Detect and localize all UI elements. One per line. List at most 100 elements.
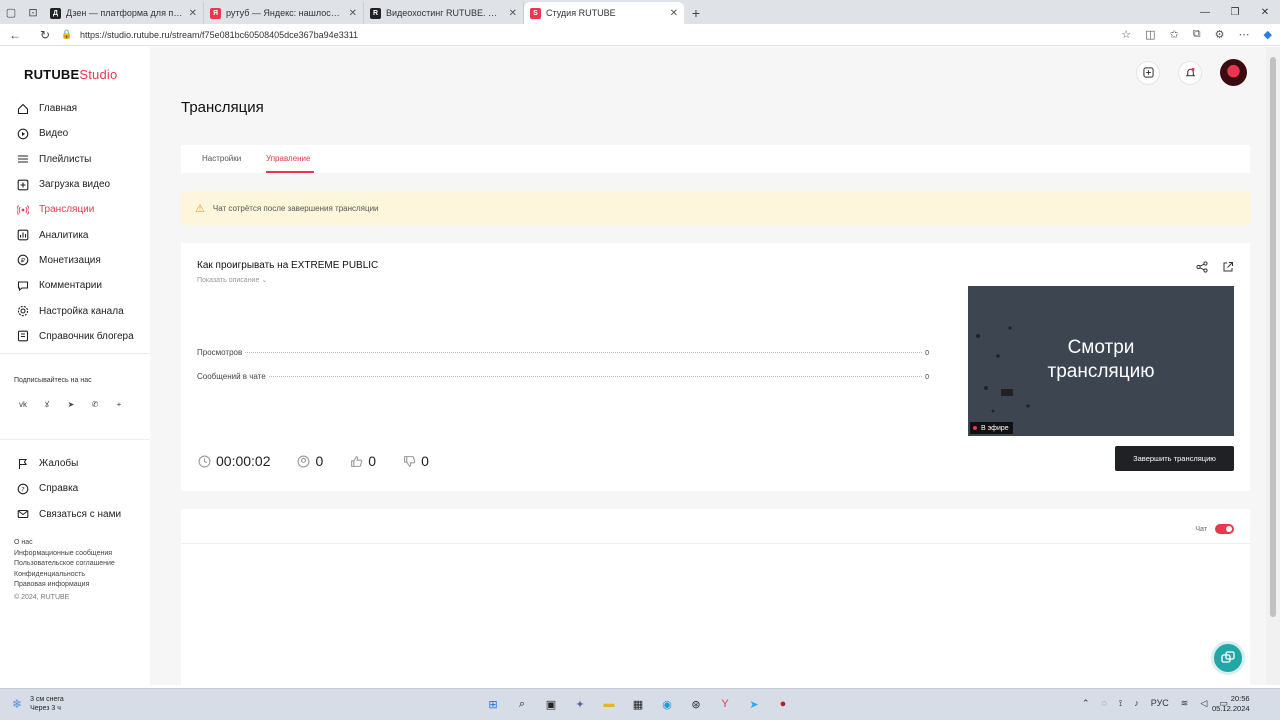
sidebar-item-monetization[interactable]: ₽ Монетизация <box>16 248 134 273</box>
browser-tab-active[interactable]: S Студия RUTUBE ✕ <box>524 2 684 24</box>
sidebar-item-analytics[interactable]: Аналитика <box>16 222 134 247</box>
sidebar-item-video[interactable]: Видео <box>16 121 134 146</box>
chat-toggle[interactable] <box>1215 524 1234 534</box>
sidebar: RUTUBEStudio Главная Видео Плейлисты Заг… <box>0 47 150 685</box>
favorites-icon[interactable]: ✩ <box>1170 28 1179 41</box>
wifi-icon[interactable]: ≋ <box>1181 698 1189 709</box>
vk-icon[interactable]: vk <box>16 397 30 411</box>
likes-counter: 0 <box>349 453 376 469</box>
support-chat-button[interactable] <box>1211 641 1245 675</box>
dislikes-value: 0 <box>421 453 429 469</box>
page-scrollbar[interactable] <box>1266 47 1280 685</box>
profile-icon[interactable]: ▢ <box>0 0 22 24</box>
teams-icon[interactable]: ✦ <box>571 695 589 713</box>
weather-widget[interactable]: ❄ 3 см снега Через 3 ч <box>12 695 64 713</box>
extensions-icon[interactable]: ⚙ <box>1215 28 1225 41</box>
likes-value: 0 <box>368 453 377 469</box>
browser-tab[interactable]: R Видеохостинг RUTUBE. Смотри... ✕ <box>364 2 524 24</box>
explorer-icon[interactable]: ▬ <box>600 695 618 713</box>
collections-icon[interactable]: ⧉ <box>1193 28 1201 41</box>
footer-link-agreement[interactable]: Пользовательское соглашение <box>14 559 115 570</box>
tray-app-icon[interactable]: ◌ <box>1102 698 1107 709</box>
rutube-studio-logo[interactable]: RUTUBEStudio <box>24 67 117 82</box>
sidebar-item-label: Главная <box>39 103 78 115</box>
end-stream-button[interactable]: Завершить трансляцию <box>1115 446 1234 471</box>
footer-link-privacy[interactable]: Конфиденциальность <box>14 570 115 581</box>
add-content-button[interactable] <box>1136 60 1160 85</box>
task-view-icon[interactable]: ▣ <box>542 695 560 713</box>
sidebar-item-playlists[interactable]: Плейлисты <box>16 147 134 172</box>
sidebar-item-contact[interactable]: Связаться с нами <box>16 502 121 527</box>
show-description-toggle[interactable]: Показать описание ⌄ <box>197 276 267 284</box>
external-link-icon[interactable] <box>1222 260 1234 278</box>
footer-link-about[interactable]: О нас <box>14 538 115 549</box>
system-clock[interactable]: 20:56 05.12.2024 <box>1212 694 1250 714</box>
volume-icon[interactable]: ◁ <box>1200 698 1207 709</box>
sidebar-item-label: Жалобы <box>39 458 79 470</box>
sidebar-item-home[interactable]: Главная <box>16 96 134 121</box>
mic-icon[interactable]: ♪ <box>1134 698 1139 709</box>
edge-icon[interactable]: ◉ <box>658 695 676 713</box>
sidebar-item-label: Видео <box>39 128 69 140</box>
split-screen-icon[interactable]: ◫ <box>1145 28 1155 41</box>
minimize-icon[interactable]: — <box>1190 7 1220 18</box>
avatar[interactable] <box>1220 59 1247 86</box>
sidebar-item-channel-settings[interactable]: Настройка канала <box>16 298 134 323</box>
sidebar-item-broadcasts[interactable]: Трансляции <box>16 197 134 222</box>
sidebar-item-label: Монетизация <box>39 254 101 266</box>
sidebar-divider <box>0 439 150 440</box>
stream-preview[interactable]: Смотри трансляцию В эфире <box>968 286 1234 436</box>
tab-settings[interactable]: Настройки <box>202 154 241 163</box>
browser-tabbar: ▢ ⊡ Д Дзен — платформа для просмо... ✕ Я… <box>0 0 1280 24</box>
tab-favicon: Я <box>210 7 221 19</box>
page-title: Трансляция <box>181 99 264 116</box>
app-taskbar-icon[interactable]: ● <box>774 695 792 713</box>
tab-close-icon[interactable]: ✕ <box>349 8 357 19</box>
tray-chevron-up-icon[interactable]: ⌃ <box>1082 698 1090 709</box>
windows-start-icon[interactable]: ⊞ <box>484 695 502 713</box>
language-indicator[interactable]: РУС <box>1151 698 1169 709</box>
back-icon[interactable]: ← <box>0 28 30 42</box>
url-field[interactable]: https://studio.rutube.ru/stream/f75e081b… <box>80 30 358 40</box>
sidebar-item-blogger-guide[interactable]: Справочник блогера <box>16 324 134 349</box>
tab-close-icon[interactable]: ✕ <box>189 8 197 19</box>
browser-tab[interactable]: Я рутуб — Яндекс: нашлось 1 млн ✕ <box>204 2 364 24</box>
copilot-icon[interactable]: ◆ <box>1264 28 1272 41</box>
steam-icon[interactable]: ⊛ <box>687 695 705 713</box>
network-icon[interactable]: ⟟ <box>1119 698 1122 709</box>
maximize-icon[interactable]: ❐ <box>1220 7 1250 18</box>
notifications-button[interactable] <box>1178 60 1202 85</box>
yandex-browser-icon[interactable]: Y <box>716 695 734 713</box>
tab-favicon: Д <box>50 7 61 19</box>
tab-manage[interactable]: Управление <box>266 154 310 163</box>
viewers-value: 0 <box>315 453 324 469</box>
sidebar-item-upload[interactable]: Загрузка видео <box>16 172 134 197</box>
viber-icon[interactable]: ✆ <box>88 397 102 411</box>
reload-icon[interactable]: ↻ <box>30 28 60 42</box>
favorite-star-icon[interactable]: ☆ <box>1121 28 1131 41</box>
plus-icon[interactable]: + <box>112 397 126 411</box>
svg-text:₽: ₽ <box>21 257 25 265</box>
tab-close-icon[interactable]: ✕ <box>509 8 517 19</box>
search-icon[interactable]: ⌕ <box>513 695 531 713</box>
scrollbar-thumb[interactable] <box>1270 57 1276 617</box>
share-icon[interactable] <box>1196 260 1208 278</box>
footer-link-legal[interactable]: Правовая информация <box>14 580 115 591</box>
calculator-icon[interactable]: ▦ <box>629 695 647 713</box>
sidebar-menu: Главная Видео Плейлисты Загрузка видео Т… <box>16 96 134 349</box>
workspaces-icon[interactable]: ⊡ <box>22 0 44 24</box>
tab-close-icon[interactable]: ✕ <box>670 8 678 19</box>
sidebar-item-complaints[interactable]: Жалобы <box>16 451 121 476</box>
close-window-icon[interactable]: ✕ <box>1250 7 1280 18</box>
telegram-icon[interactable]: ➤ <box>64 397 78 411</box>
ok-icon[interactable]: ꙋ <box>40 397 54 411</box>
more-icon[interactable]: ⋯ <box>1239 28 1250 41</box>
browser-tab[interactable]: Д Дзен — платформа для просмо... ✕ <box>44 2 204 24</box>
telegram-taskbar-icon[interactable]: ➤ <box>745 695 763 713</box>
new-tab-icon[interactable]: + <box>684 2 708 24</box>
sidebar-item-comments[interactable]: Комментарии <box>16 273 134 298</box>
footer-link-info[interactable]: Информационные сообщения <box>14 549 115 560</box>
comments-icon <box>16 279 30 293</box>
book-icon <box>16 329 30 343</box>
sidebar-item-help[interactable]: ? Справка <box>16 476 121 501</box>
